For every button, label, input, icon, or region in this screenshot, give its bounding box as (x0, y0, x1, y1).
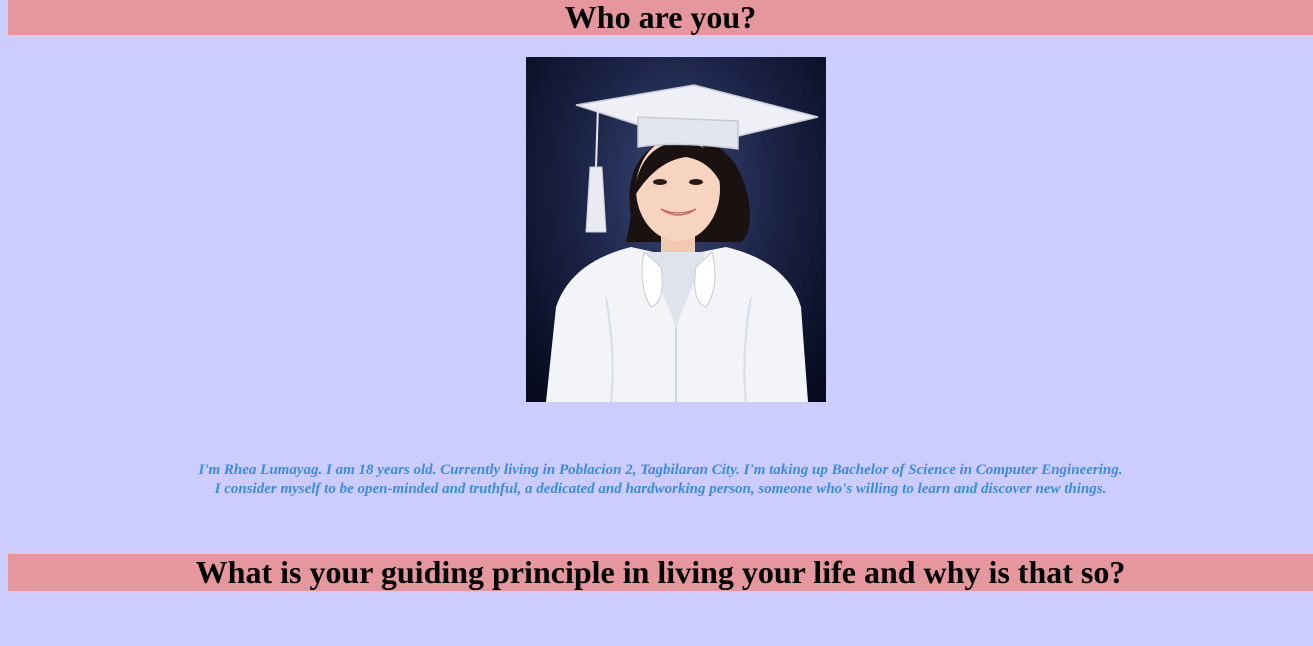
intro-line-1: I'm Rhea Lumayag. I am 18 years old. Cur… (198, 462, 1123, 478)
intro-line-2: I consider myself to be open-minded and … (214, 481, 1107, 497)
section-heading-guiding-principle: What is your guiding principle in living… (8, 554, 1313, 591)
graduation-portrait-photo (526, 57, 826, 402)
intro-paragraph: I'm Rhea Lumayag. I am 18 years old. Cur… (8, 461, 1313, 499)
section-heading-who-are-you: Who are you? (8, 0, 1313, 35)
page: Who are you? I'm Rhea Lumayag. I am 18 y… (0, 0, 1313, 646)
